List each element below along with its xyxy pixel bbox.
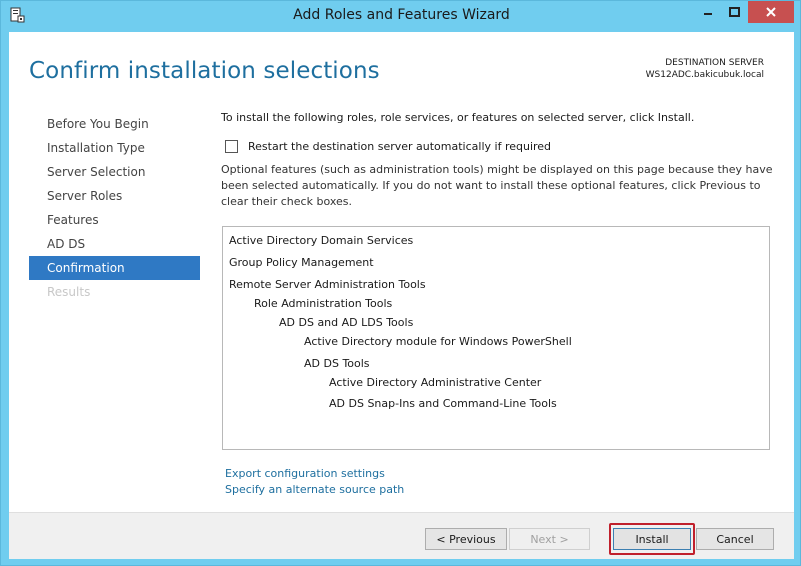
alternate-source-path-link[interactable]: Specify an alternate source path — [225, 482, 404, 498]
list-item: AD DS and AD LDS Tools — [279, 316, 414, 329]
wizard-nav: Before You Begin Installation Type Serve… — [29, 112, 200, 304]
nav-item-ad-ds[interactable]: AD DS — [29, 232, 200, 256]
restart-option[interactable]: Restart the destination server automatic… — [225, 140, 551, 153]
minimize-button[interactable] — [694, 1, 721, 23]
nav-item-server-roles[interactable]: Server Roles — [29, 184, 200, 208]
close-icon — [766, 7, 776, 17]
content-pane: To install the following roles, role ser… — [221, 110, 781, 208]
list-item: Active Directory Domain Services — [229, 234, 414, 247]
nav-item-installation-type[interactable]: Installation Type — [29, 136, 200, 160]
nav-item-before-you-begin[interactable]: Before You Begin — [29, 112, 200, 136]
optional-features-note: Optional features (such as administratio… — [221, 163, 773, 208]
restart-checkbox[interactable] — [225, 140, 238, 153]
next-button: Next > — [509, 528, 590, 550]
links-area: Export configuration settings Specify an… — [225, 466, 404, 498]
destination-server-value: WS12ADC.bakicubuk.local — [645, 70, 764, 80]
maximize-button[interactable] — [721, 1, 748, 23]
wizard-window: Add Roles and Features Wizard Confirm in… — [0, 0, 801, 566]
title-bar[interactable]: Add Roles and Features Wizard — [1, 1, 801, 31]
restart-label[interactable]: Restart the destination server automatic… — [248, 140, 551, 153]
selected-features-list[interactable]: Active Directory Domain Services Group P… — [222, 226, 770, 450]
page-title: Confirm installation selections — [29, 58, 380, 84]
intro-text: To install the following roles, role ser… — [221, 111, 695, 124]
cancel-button[interactable]: Cancel — [696, 528, 774, 550]
nav-item-confirmation[interactable]: Confirmation — [29, 256, 200, 280]
list-item: Active Directory module for Windows Powe… — [304, 335, 572, 348]
destination-server-label: DESTINATION SERVER — [665, 58, 764, 68]
install-button[interactable]: Install — [613, 528, 691, 550]
list-item: Group Policy Management — [229, 256, 374, 269]
button-bar: < Previous Next > Install Cancel — [9, 512, 794, 559]
list-item: Role Administration Tools — [254, 297, 393, 310]
export-configuration-link[interactable]: Export configuration settings — [225, 466, 404, 482]
nav-item-features[interactable]: Features — [29, 208, 200, 232]
close-button[interactable] — [748, 1, 794, 23]
list-item: AD DS Snap-Ins and Command-Line Tools — [329, 397, 557, 410]
nav-item-server-selection[interactable]: Server Selection — [29, 160, 200, 184]
wizard-body: Confirm installation selections DESTINAT… — [9, 32, 794, 559]
list-item: AD DS Tools — [304, 357, 370, 370]
nav-item-results: Results — [47, 285, 91, 299]
window-title: Add Roles and Features Wizard — [293, 7, 510, 23]
list-item: Remote Server Administration Tools — [229, 278, 426, 291]
previous-button[interactable]: < Previous — [425, 528, 507, 550]
list-item: Active Directory Administrative Center — [329, 376, 542, 389]
